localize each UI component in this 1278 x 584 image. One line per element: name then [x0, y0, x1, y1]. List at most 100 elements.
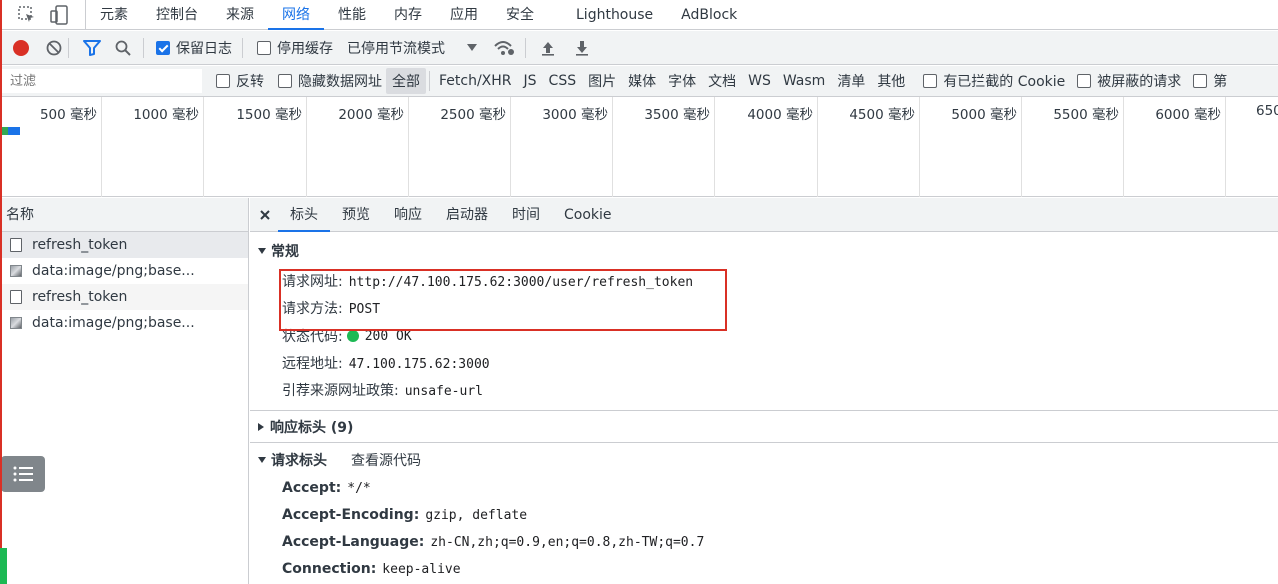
header-key: Connection:	[282, 561, 377, 577]
filter-type-font[interactable]: 字体	[662, 71, 702, 91]
details-tab-bar: 标头 预览 响应 启动器 时间 Cookie	[250, 198, 1278, 232]
timeline-tick: 3000 毫秒	[511, 97, 613, 197]
hide-data-urls-checkbox[interactable]	[278, 74, 292, 88]
window-edge	[0, 0, 2, 584]
record-icon[interactable]	[12, 39, 30, 57]
filter-bar: 反转 隐藏数据网址 全部 Fetch/XHR JS CSS 图片 媒体 字体 文…	[0, 66, 1278, 97]
filter-type-ws[interactable]: WS	[742, 73, 777, 89]
timeline-tick: 1000 毫秒	[102, 97, 204, 197]
header-value: gzip, deflate	[425, 508, 528, 523]
tab-response[interactable]: 响应	[382, 198, 434, 232]
tab-application[interactable]: 应用	[436, 0, 492, 30]
filter-input[interactable]	[2, 69, 202, 93]
device-toolbar-icon[interactable]	[49, 4, 68, 25]
disable-cache-checkbox[interactable]	[257, 40, 271, 55]
filter-type-css[interactable]: CSS	[543, 73, 583, 89]
header-value: zh-CN,zh;q=0.9,en;q=0.8,zh-TW;q=0.7	[430, 535, 705, 550]
clear-icon[interactable]	[46, 40, 62, 56]
request-row[interactable]: data:image/png;base...	[0, 258, 248, 284]
devtools-left-tools	[0, 0, 86, 30]
request-list-panel: 名称 refresh_token data:image/png;base... …	[0, 198, 249, 584]
name-column-header[interactable]: 名称	[0, 198, 248, 232]
triangle-right-icon	[258, 423, 264, 431]
tab-cookies[interactable]: Cookie	[552, 198, 624, 232]
document-icon	[10, 238, 22, 252]
blocked-requests-checkbox[interactable]	[1077, 74, 1092, 88]
divider	[250, 442, 1278, 443]
invert-label: 反转	[236, 74, 264, 90]
view-source-link[interactable]: 查看源代码	[351, 450, 421, 470]
blocked-cookies-label: 有已拦截的 Cookie	[943, 74, 1066, 90]
header-key: Accept:	[282, 480, 342, 496]
header-row-accept: Accept: */*	[282, 480, 371, 496]
referrer-policy-value: unsafe-url	[404, 384, 483, 399]
timeline-overview[interactable]: 500 毫秒 1000 毫秒 1500 毫秒 2000 毫秒 2500 毫秒 3…	[0, 97, 1278, 197]
request-row[interactable]: refresh_token	[0, 232, 248, 258]
filter-type-manifest[interactable]: 清单	[831, 71, 871, 91]
filter-type-wasm[interactable]: Wasm	[777, 73, 831, 89]
filter-type-all[interactable]: 全部	[386, 68, 426, 94]
tab-initiator[interactable]: 启动器	[434, 198, 500, 232]
preserve-log-checkbox[interactable]	[156, 40, 170, 55]
import-har-icon[interactable]	[540, 40, 556, 56]
request-headers-title: 请求标头	[271, 453, 327, 469]
header-row-accept-encoding: Accept-Encoding: gzip, deflate	[282, 507, 527, 523]
request-headers-section-header[interactable]: 请求标头 查看源代码	[258, 450, 421, 470]
request-name: data:image/png;base...	[32, 263, 195, 279]
referrer-policy-label: 引荐来源网址政策:	[282, 383, 399, 399]
timeline-tick: 4500 毫秒	[818, 97, 920, 197]
invert-checkbox[interactable]	[216, 74, 230, 88]
blocked-cookies-checkbox[interactable]	[923, 74, 938, 88]
remote-address-value: 47.100.175.62:3000	[348, 357, 490, 372]
filter-type-img[interactable]: 图片	[582, 71, 622, 91]
request-row[interactable]: refresh_token	[0, 284, 248, 310]
timeline-tick: 3500 毫秒	[613, 97, 715, 197]
close-icon[interactable]	[252, 208, 278, 222]
tab-performance[interactable]: 性能	[324, 0, 380, 30]
filter-icon[interactable]	[83, 39, 101, 56]
tab-adblock[interactable]: AdBlock	[667, 0, 751, 30]
timeline-request-bar	[2, 127, 20, 135]
inspect-element-icon[interactable]	[17, 5, 36, 24]
list-view-button[interactable]	[1, 456, 45, 492]
tab-memory[interactable]: 内存	[380, 0, 436, 30]
tab-preview[interactable]: 预览	[330, 198, 382, 232]
tab-lighthouse[interactable]: Lighthouse	[562, 0, 667, 30]
header-key: Accept-Encoding:	[282, 507, 420, 523]
general-title: 常规	[271, 244, 299, 260]
filter-type-fetch-xhr[interactable]: Fetch/XHR	[433, 73, 518, 89]
general-section-header[interactable]: 常规	[258, 241, 299, 261]
image-icon	[10, 317, 22, 329]
third-party-checkbox[interactable]	[1193, 74, 1208, 88]
request-row[interactable]: data:image/png;base...	[0, 310, 248, 336]
blocked-requests-label: 被屏蔽的请求	[1097, 74, 1182, 90]
disable-cache-label: 停用缓存	[277, 40, 333, 57]
tab-console[interactable]: 控制台	[142, 0, 212, 30]
filter-type-other[interactable]: 其他	[871, 71, 911, 91]
header-value: keep-alive	[382, 562, 461, 577]
tab-headers[interactable]: 标头	[278, 198, 330, 232]
filter-type-js[interactable]: JS	[518, 73, 543, 89]
export-har-icon[interactable]	[574, 40, 590, 56]
timeline-tick: 5000 毫秒	[920, 97, 1022, 197]
search-icon[interactable]	[115, 40, 131, 56]
preserve-log-label: 保留日志	[176, 40, 232, 57]
timeline-tick: 500 毫秒	[0, 97, 102, 197]
tab-sources[interactable]: 来源	[212, 0, 268, 30]
tab-network[interactable]: 网络	[268, 0, 324, 30]
triangle-down-icon	[258, 248, 266, 254]
divider	[250, 410, 1278, 411]
throttle-select[interactable]: 已停用节流模式	[347, 38, 445, 58]
chevron-down-icon[interactable]	[467, 43, 477, 52]
filter-type-media[interactable]: 媒体	[622, 71, 662, 91]
tab-elements[interactable]: 元素	[86, 0, 142, 30]
filter-type-doc[interactable]: 文档	[702, 71, 742, 91]
response-headers-section-header[interactable]: 响应标头 (9)	[258, 417, 353, 437]
referrer-policy-row: 引荐来源网址政策: unsafe-url	[282, 380, 483, 400]
tab-timing[interactable]: 时间	[500, 198, 552, 232]
header-row-accept-language: Accept-Language: zh-CN,zh;q=0.9,en;q=0.8,…	[282, 534, 704, 550]
header-row-connection: Connection: keep-alive	[282, 561, 461, 577]
timeline-tick: 5500 毫秒	[1022, 97, 1124, 197]
tab-security[interactable]: 安全	[492, 0, 548, 30]
network-conditions-icon[interactable]	[493, 39, 515, 57]
